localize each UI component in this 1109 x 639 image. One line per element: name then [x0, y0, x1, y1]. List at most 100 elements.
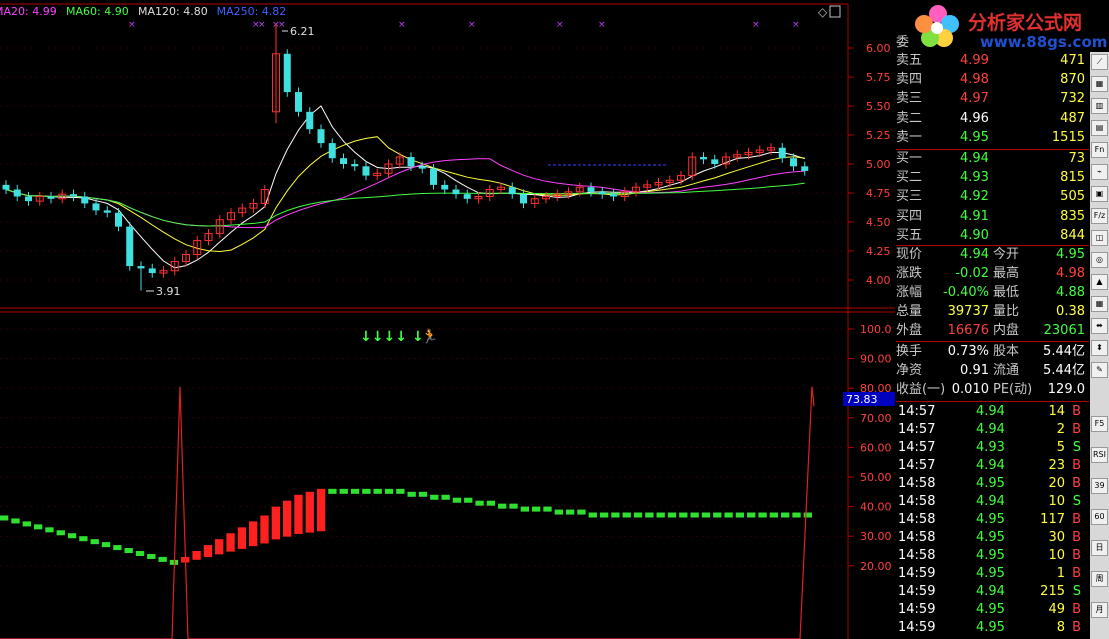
- candle-body: [13, 189, 21, 197]
- toolbar-tool-icon[interactable]: ✎: [1091, 362, 1108, 378]
- indicator-bar: [33, 524, 43, 530]
- indicator-bar: [543, 506, 552, 512]
- toolbar-tool-icon[interactable]: ▦: [1091, 76, 1108, 92]
- ask-level: 卖四 4.98 870: [896, 71, 1089, 89]
- ask-price: 4.95: [960, 129, 989, 145]
- quote-row: 涨幅 -0.40% 最低 4.88: [896, 284, 1089, 302]
- toolbar-period-button[interactable]: 60: [1091, 509, 1108, 525]
- candle-body: [587, 187, 595, 192]
- price-tick-label: 4.50: [866, 216, 891, 229]
- toolbar-tool-icon[interactable]: ▣: [1091, 186, 1108, 202]
- tick-price: 4.94: [976, 404, 1005, 419]
- toolbar-tool-icon[interactable]: ◎: [1091, 252, 1108, 268]
- tick-row: 14:59 4.95 8 B: [896, 619, 1089, 637]
- diamond-icon[interactable]: ◇: [818, 5, 828, 19]
- indicator-bar: [611, 512, 620, 518]
- tick-time: 14:59: [898, 620, 936, 635]
- quote-label: 涨跌: [896, 266, 923, 281]
- toolbar-tool-icon[interactable]: Fn: [1091, 142, 1108, 158]
- tick-price: 4.94: [976, 584, 1005, 599]
- toolbar-period-button[interactable]: 日: [1091, 540, 1108, 556]
- indicator-bar: [452, 497, 462, 503]
- indicator-bar: [316, 488, 326, 532]
- bid-label: 买二: [896, 170, 923, 186]
- indicator-bar: [260, 515, 269, 544]
- toolbar-tool-icon[interactable]: ⬍: [1091, 340, 1108, 356]
- indicator-bar: [90, 539, 99, 545]
- toolbar-period-button[interactable]: 周: [1091, 571, 1108, 587]
- indicator-bar: [11, 518, 20, 524]
- tick-price: 4.95: [976, 566, 1005, 581]
- fundamental-value: 0.73%: [947, 344, 989, 359]
- tick-volume: 30: [1048, 530, 1065, 545]
- quote-label: 外盘: [896, 323, 923, 338]
- indicator-bar: [701, 512, 711, 518]
- tick-side: B: [1072, 620, 1081, 635]
- candle-body: [407, 157, 415, 167]
- indicator-bar: [747, 512, 756, 518]
- ma-legend-item: MA20: 4.99: [0, 5, 57, 18]
- tick-row: 14:59 4.95 1 B: [896, 565, 1089, 583]
- marker-icon: ×: [258, 20, 266, 30]
- indicator-bar: [158, 556, 167, 562]
- toolbar-tool-icon[interactable]: ◫: [1091, 230, 1108, 246]
- indicator-bar: [271, 506, 280, 540]
- toolbar-period-button[interactable]: 月: [1091, 602, 1108, 618]
- toolbar-tool-icon[interactable]: ⟋: [1091, 54, 1108, 70]
- indicator-bar: [45, 527, 54, 533]
- price-tick-label: 4.75: [866, 187, 891, 200]
- quote-label: 涨幅: [896, 285, 923, 300]
- indicator-bar: [498, 503, 507, 509]
- indicator-current-value: 73.83: [846, 393, 878, 406]
- divider: [896, 341, 1089, 342]
- ask-volume: 732: [1060, 91, 1085, 107]
- quote-value: 23061: [1043, 323, 1085, 338]
- candle-body: [790, 158, 797, 167]
- candle-body: [126, 226, 134, 267]
- ask-level: 卖二 4.96 487: [896, 110, 1089, 128]
- candle-body: [2, 184, 10, 190]
- toolbar-tool-icon[interactable]: ⬌: [1091, 318, 1108, 334]
- fundamental-row: 收益(一) 0.010 PE(动) 129.0: [896, 381, 1089, 399]
- candle-body: [340, 158, 347, 164]
- tick-side: B: [1072, 404, 1081, 419]
- toolbar-period-button[interactable]: 39: [1091, 478, 1108, 494]
- indicator-bar: [67, 533, 77, 539]
- marker-icon: ×: [792, 20, 800, 30]
- tick-side: S: [1072, 440, 1081, 455]
- toolbar-tool-icon[interactable]: ▥: [1091, 98, 1108, 114]
- tick-time: 14:58: [898, 530, 936, 545]
- order-book-title: 委: [896, 35, 910, 50]
- indicator-bar: [667, 512, 677, 518]
- toolbar-tool-icon[interactable]: ▦: [1091, 296, 1108, 312]
- indicator-bar: [690, 512, 699, 518]
- indicator-bar: [192, 551, 201, 560]
- tick-time: 14:57: [898, 458, 936, 473]
- tick-volume: 23: [1048, 458, 1065, 473]
- indicator-bar: [803, 512, 812, 518]
- price-tick-label: 5.25: [866, 129, 891, 142]
- bid-level: 买一 4.94 73: [896, 150, 1089, 168]
- tick-side: B: [1072, 512, 1081, 527]
- indicator-bar: [147, 553, 156, 559]
- toolbar-tool-icon[interactable]: F/z: [1091, 208, 1108, 224]
- tick-time: 14:58: [898, 476, 936, 491]
- candle-body: [328, 143, 336, 159]
- toolbar-tool-icon[interactable]: ⌁: [1091, 164, 1108, 180]
- indicator-bar: [362, 488, 371, 494]
- candle-body: [92, 203, 100, 211]
- quote-value: 4.95: [1056, 247, 1085, 262]
- tick-volume: 117: [1040, 512, 1065, 527]
- toolbar-period-button[interactable]: RSI: [1091, 447, 1108, 463]
- toolbar-period-button[interactable]: F5: [1091, 416, 1108, 432]
- indicator-tick-label: 70.00: [860, 412, 892, 425]
- indicator-bar: [769, 512, 779, 518]
- indicator-bar: [294, 494, 303, 534]
- toolbar-tool-icon[interactable]: ▤: [1091, 120, 1108, 136]
- quote-label: 最高: [993, 266, 1020, 281]
- tick-side: S: [1072, 494, 1081, 509]
- tick-side: B: [1072, 458, 1081, 473]
- ask-volume: 870: [1060, 72, 1085, 88]
- toolbar-tool-icon[interactable]: ▲: [1091, 274, 1108, 290]
- chart-area[interactable]: MA20: 4.99 MA60: 4.90 MA120: 4.80 MA250: 4.…: [0, 0, 896, 639]
